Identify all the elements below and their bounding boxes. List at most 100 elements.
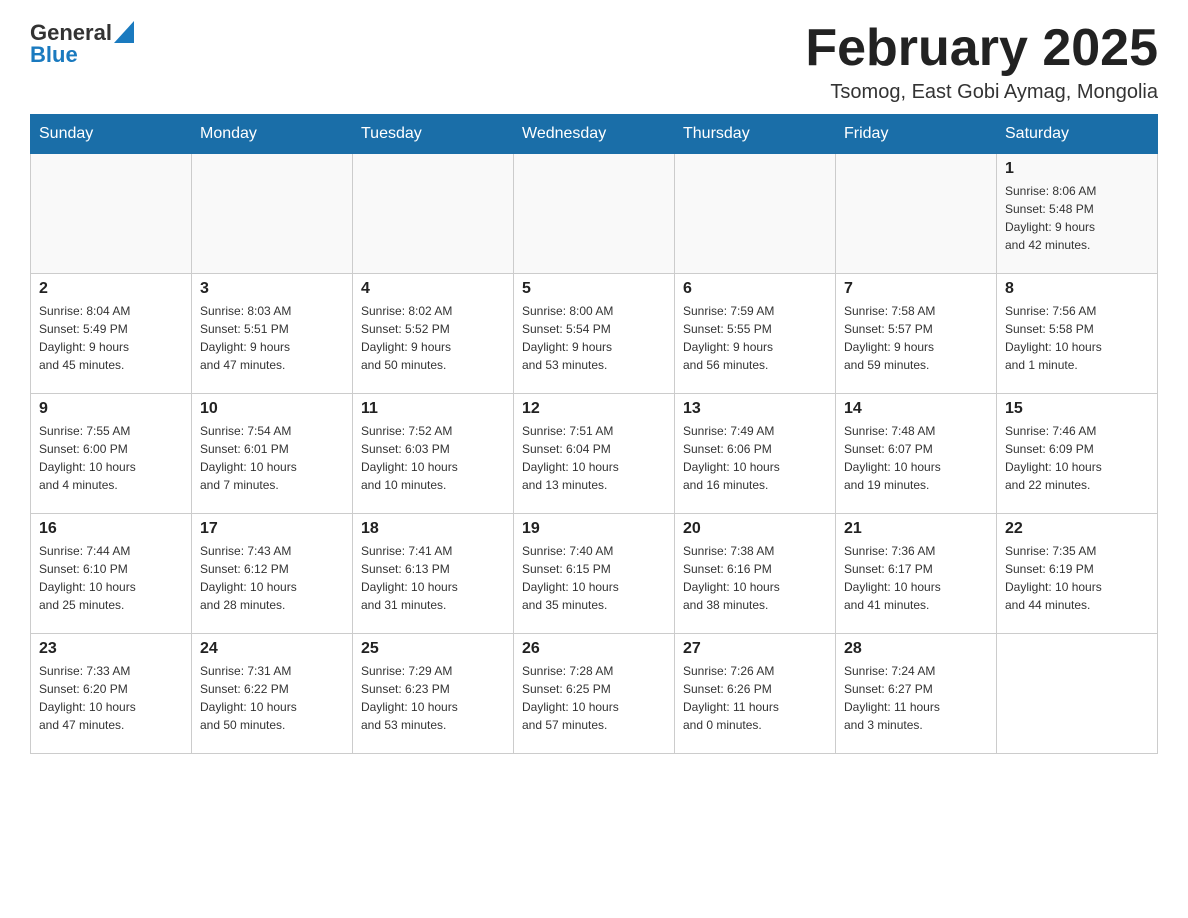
calendar-cell: 19 Sunrise: 7:40 AM Sunset: 6:15 PM Dayli…: [514, 514, 675, 634]
calendar-cell: [31, 154, 192, 274]
page-header: General Blue February 2025 Tsomog, East …: [30, 20, 1158, 104]
day-number: 17: [200, 520, 344, 538]
weekday-header-saturday: Saturday: [997, 115, 1158, 154]
calendar-week-5: 23 Sunrise: 7:33 AM Sunset: 6:20 PM Dayli…: [31, 634, 1158, 754]
weekday-header-thursday: Thursday: [675, 115, 836, 154]
day-info: Sunrise: 7:48 AM Sunset: 6:07 PM Dayligh…: [844, 422, 988, 494]
day-number: 27: [683, 640, 827, 658]
calendar-cell: 1 Sunrise: 8:06 AM Sunset: 5:48 PM Daylig…: [997, 154, 1158, 274]
day-info: Sunrise: 7:49 AM Sunset: 6:06 PM Dayligh…: [683, 422, 827, 494]
calendar-cell: 9Sunrise: 7:55 AM Sunset: 6:00 PM Daylig…: [31, 394, 192, 514]
calendar-cell: 17 Sunrise: 7:43 AM Sunset: 6:12 PM Dayli…: [192, 514, 353, 634]
weekday-header-tuesday: Tuesday: [353, 115, 514, 154]
calendar-cell: [192, 154, 353, 274]
day-info: Sunrise: 7:56 AM Sunset: 5:58 PM Dayligh…: [1005, 302, 1149, 374]
day-number: 20: [683, 520, 827, 538]
day-info: Sunrise: 7:43 AM Sunset: 6:12 PM Dayligh…: [200, 542, 344, 614]
day-info: Sunrise: 7:54 AM Sunset: 6:01 PM Dayligh…: [200, 422, 344, 494]
calendar-table: SundayMondayTuesdayWednesdayThursdayFrid…: [30, 114, 1158, 754]
calendar-cell: 23 Sunrise: 7:33 AM Sunset: 6:20 PM Dayli…: [31, 634, 192, 754]
day-number: 23: [39, 640, 183, 658]
day-info: Sunrise: 8:04 AM Sunset: 5:49 PM Dayligh…: [39, 302, 183, 374]
calendar-cell: 20 Sunrise: 7:38 AM Sunset: 6:16 PM Dayli…: [675, 514, 836, 634]
day-info: Sunrise: 8:00 AM Sunset: 5:54 PM Dayligh…: [522, 302, 666, 374]
day-number: 19: [522, 520, 666, 538]
calendar-cell: 2Sunrise: 8:04 AM Sunset: 5:49 PM Daylig…: [31, 274, 192, 394]
weekday-header-sunday: Sunday: [31, 115, 192, 154]
logo-triangle-icon: [114, 21, 134, 43]
day-info: Sunrise: 7:52 AM Sunset: 6:03 PM Dayligh…: [361, 422, 505, 494]
calendar-cell: 27 Sunrise: 7:26 AM Sunset: 6:26 PM Dayli…: [675, 634, 836, 754]
day-number: 13: [683, 400, 827, 418]
day-info: Sunrise: 8:06 AM Sunset: 5:48 PM Dayligh…: [1005, 182, 1149, 254]
day-info: Sunrise: 7:38 AM Sunset: 6:16 PM Dayligh…: [683, 542, 827, 614]
day-number: 28: [844, 640, 988, 658]
day-info: Sunrise: 7:41 AM Sunset: 6:13 PM Dayligh…: [361, 542, 505, 614]
calendar-header-row: SundayMondayTuesdayWednesdayThursdayFrid…: [31, 115, 1158, 154]
day-info: Sunrise: 7:44 AM Sunset: 6:10 PM Dayligh…: [39, 542, 183, 614]
calendar-cell: 6 Sunrise: 7:59 AM Sunset: 5:55 PM Daylig…: [675, 274, 836, 394]
day-number: 5: [522, 280, 666, 298]
calendar-week-1: 1 Sunrise: 8:06 AM Sunset: 5:48 PM Daylig…: [31, 154, 1158, 274]
calendar-cell: [836, 154, 997, 274]
day-info: Sunrise: 7:58 AM Sunset: 5:57 PM Dayligh…: [844, 302, 988, 374]
day-number: 26: [522, 640, 666, 658]
calendar-cell: 14Sunrise: 7:48 AM Sunset: 6:07 PM Dayli…: [836, 394, 997, 514]
day-info: Sunrise: 7:33 AM Sunset: 6:20 PM Dayligh…: [39, 662, 183, 734]
weekday-header-friday: Friday: [836, 115, 997, 154]
day-number: 12: [522, 400, 666, 418]
day-number: 1: [1005, 160, 1149, 178]
logo: General Blue: [30, 20, 134, 68]
day-number: 16: [39, 520, 183, 538]
logo-blue-text: Blue: [30, 42, 78, 68]
calendar-cell: 24 Sunrise: 7:31 AM Sunset: 6:22 PM Dayli…: [192, 634, 353, 754]
day-number: 22: [1005, 520, 1149, 538]
calendar-cell: 15 Sunrise: 7:46 AM Sunset: 6:09 PM Dayli…: [997, 394, 1158, 514]
day-info: Sunrise: 8:03 AM Sunset: 5:51 PM Dayligh…: [200, 302, 344, 374]
calendar-cell: 10 Sunrise: 7:54 AM Sunset: 6:01 PM Dayli…: [192, 394, 353, 514]
calendar-week-3: 9Sunrise: 7:55 AM Sunset: 6:00 PM Daylig…: [31, 394, 1158, 514]
day-number: 25: [361, 640, 505, 658]
month-title: February 2025: [805, 20, 1158, 77]
day-number: 8: [1005, 280, 1149, 298]
day-number: 3: [200, 280, 344, 298]
weekday-header-wednesday: Wednesday: [514, 115, 675, 154]
day-number: 18: [361, 520, 505, 538]
day-info: Sunrise: 7:31 AM Sunset: 6:22 PM Dayligh…: [200, 662, 344, 734]
day-info: Sunrise: 7:55 AM Sunset: 6:00 PM Dayligh…: [39, 422, 183, 494]
calendar-cell: 4Sunrise: 8:02 AM Sunset: 5:52 PM Daylig…: [353, 274, 514, 394]
location-subtitle: Tsomog, East Gobi Aymag, Mongolia: [805, 81, 1158, 104]
day-number: 15: [1005, 400, 1149, 418]
calendar-cell: 16 Sunrise: 7:44 AM Sunset: 6:10 PM Dayli…: [31, 514, 192, 634]
day-info: Sunrise: 7:59 AM Sunset: 5:55 PM Dayligh…: [683, 302, 827, 374]
calendar-cell: 13 Sunrise: 7:49 AM Sunset: 6:06 PM Dayli…: [675, 394, 836, 514]
day-number: 7: [844, 280, 988, 298]
title-section: February 2025 Tsomog, East Gobi Aymag, M…: [805, 20, 1158, 104]
calendar-cell: [675, 154, 836, 274]
calendar-cell: 7 Sunrise: 7:58 AM Sunset: 5:57 PM Daylig…: [836, 274, 997, 394]
calendar-cell: 3 Sunrise: 8:03 AM Sunset: 5:51 PM Daylig…: [192, 274, 353, 394]
day-number: 10: [200, 400, 344, 418]
day-number: 21: [844, 520, 988, 538]
day-info: Sunrise: 7:24 AM Sunset: 6:27 PM Dayligh…: [844, 662, 988, 734]
day-info: Sunrise: 7:51 AM Sunset: 6:04 PM Dayligh…: [522, 422, 666, 494]
calendar-cell: 18 Sunrise: 7:41 AM Sunset: 6:13 PM Dayli…: [353, 514, 514, 634]
weekday-header-monday: Monday: [192, 115, 353, 154]
calendar-cell: 22Sunrise: 7:35 AM Sunset: 6:19 PM Dayli…: [997, 514, 1158, 634]
day-info: Sunrise: 7:28 AM Sunset: 6:25 PM Dayligh…: [522, 662, 666, 734]
calendar-cell: [997, 634, 1158, 754]
calendar-cell: 26 Sunrise: 7:28 AM Sunset: 6:25 PM Dayli…: [514, 634, 675, 754]
day-number: 11: [361, 400, 505, 418]
calendar-cell: 8 Sunrise: 7:56 AM Sunset: 5:58 PM Daylig…: [997, 274, 1158, 394]
calendar-cell: 28 Sunrise: 7:24 AM Sunset: 6:27 PM Dayli…: [836, 634, 997, 754]
day-number: 6: [683, 280, 827, 298]
day-number: 24: [200, 640, 344, 658]
calendar-cell: 5 Sunrise: 8:00 AM Sunset: 5:54 PM Daylig…: [514, 274, 675, 394]
calendar-cell: 21Sunrise: 7:36 AM Sunset: 6:17 PM Dayli…: [836, 514, 997, 634]
day-number: 4: [361, 280, 505, 298]
day-info: Sunrise: 7:26 AM Sunset: 6:26 PM Dayligh…: [683, 662, 827, 734]
day-info: Sunrise: 7:40 AM Sunset: 6:15 PM Dayligh…: [522, 542, 666, 614]
day-info: Sunrise: 7:46 AM Sunset: 6:09 PM Dayligh…: [1005, 422, 1149, 494]
calendar-cell: [353, 154, 514, 274]
calendar-cell: 25Sunrise: 7:29 AM Sunset: 6:23 PM Dayli…: [353, 634, 514, 754]
